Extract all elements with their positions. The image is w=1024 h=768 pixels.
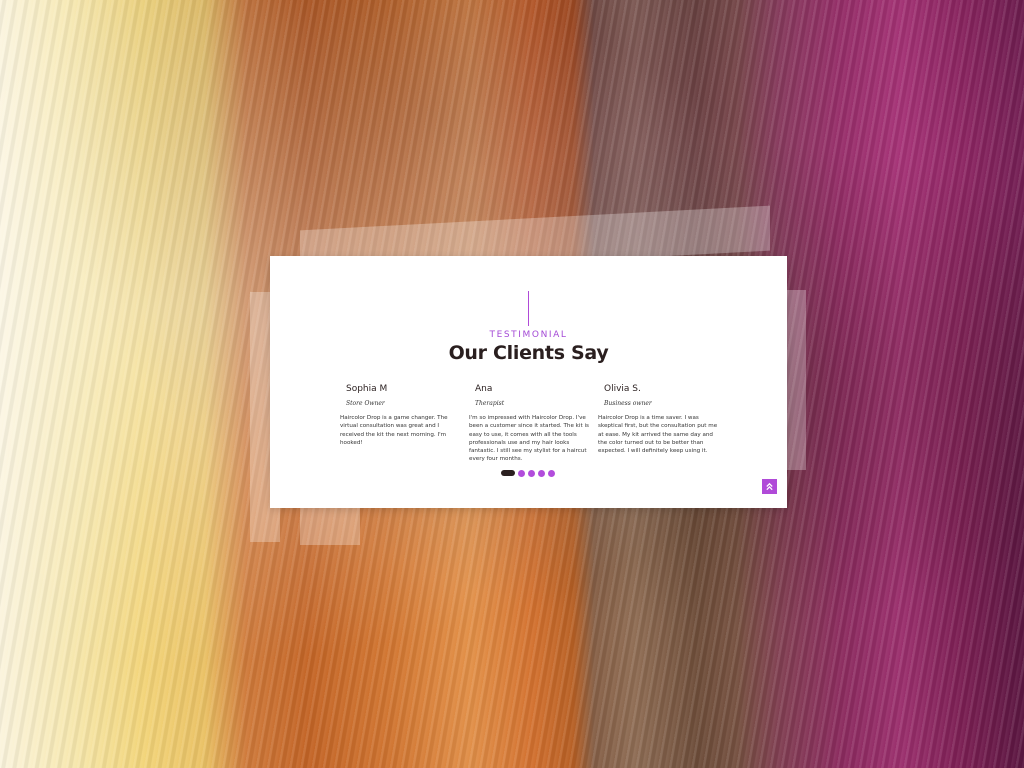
background-overlay-strip — [300, 505, 360, 545]
section-eyebrow: TESTIMONIAL — [489, 330, 568, 340]
client-quote: Haircolor Drop is a game changer. The vi… — [340, 415, 448, 446]
testimonial-card: Sophia M Store Owner Haircolor Drop is a… — [340, 384, 462, 447]
page-background: TESTIMONIAL Our Clients Say Sophia M Sto… — [0, 0, 1024, 768]
testimonial-section: TESTIMONIAL Our Clients Say Sophia M Sto… — [270, 256, 787, 508]
double-chevron-up-icon — [766, 482, 773, 491]
client-name: Olivia S. — [604, 384, 641, 394]
section-divider-line — [528, 291, 529, 326]
client-quote: Haircolor Drop is a time saver. I was sk… — [598, 415, 718, 455]
carousel-dot[interactable] — [528, 469, 535, 477]
client-role: Business owner — [604, 400, 652, 407]
client-quote: I'm so impressed with Haircolor Drop. I'… — [469, 415, 589, 463]
testimonial-card: Olivia S. Business owner Haircolor Drop … — [598, 384, 720, 455]
carousel-dot[interactable] — [548, 469, 555, 477]
scroll-to-top-button[interactable] — [762, 479, 777, 494]
carousel-dot[interactable] — [518, 469, 525, 477]
carousel-dot[interactable] — [538, 469, 545, 477]
carousel-pagination — [501, 469, 555, 477]
client-role: Therapist — [475, 400, 505, 407]
client-name: Sophia M — [346, 384, 388, 394]
client-name: Ana — [475, 384, 493, 394]
client-role: Store Owner — [346, 400, 385, 407]
testimonial-card: Ana Therapist I'm so impressed with Hair… — [469, 384, 591, 464]
section-title: Our Clients Say — [448, 342, 609, 364]
carousel-dot-active[interactable] — [501, 470, 515, 476]
